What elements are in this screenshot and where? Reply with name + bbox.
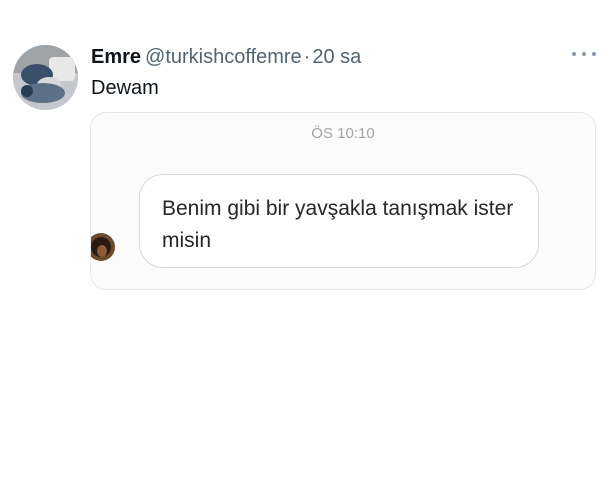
more-dot xyxy=(582,52,586,56)
chat-avatar xyxy=(91,225,115,270)
more-dot xyxy=(592,52,596,56)
author-name[interactable]: Emre xyxy=(91,46,141,68)
chat-timestamp: ÖS 10:10 xyxy=(311,125,375,142)
tweet-media-screenshot[interactable]: ÖS 10:10 Benim gibi bir yavşakla tanışma… xyxy=(90,112,596,290)
avatar-image xyxy=(13,45,78,110)
avatar[interactable] xyxy=(13,45,78,110)
author-handle[interactable]: @turkishcoffemre xyxy=(145,46,302,68)
separator-dot: · xyxy=(303,46,311,68)
tweet-timestamp[interactable]: 20 sa xyxy=(312,46,361,68)
tweet-header: Emre @turkishcoffemre · 20 sa xyxy=(91,44,361,70)
chat-message-bubble: Benim gibi bir yavşakla tanışmak ister m… xyxy=(139,174,539,268)
tweet-text: Dewam xyxy=(91,77,159,99)
more-options-icon[interactable] xyxy=(572,48,596,60)
more-dot xyxy=(572,52,576,56)
